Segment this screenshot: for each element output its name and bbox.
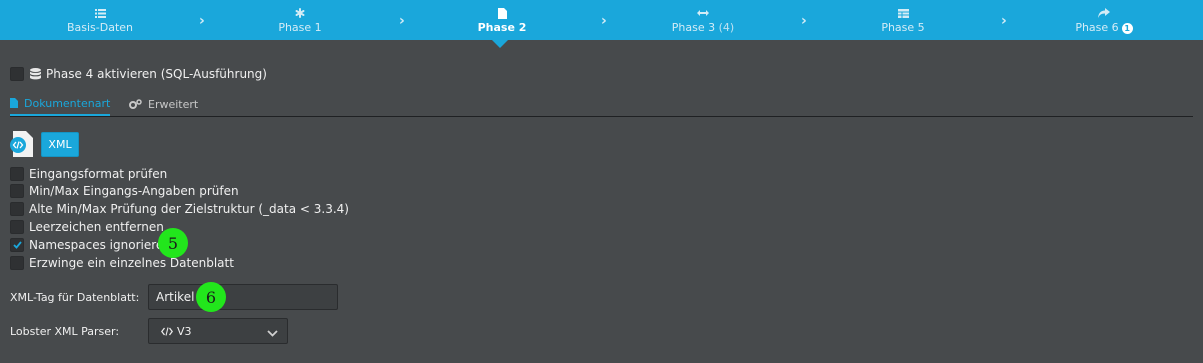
option-label: Erzwinge ein einzelnes Datenblatt (29, 256, 234, 270)
notification-badge: 1 (1121, 22, 1133, 34)
phase-1[interactable]: Phase 1 (220, 0, 380, 40)
asterisk-icon (295, 7, 305, 19)
phase-2[interactable]: Phase 2 (422, 0, 582, 40)
phase-5[interactable]: Phase 5 (823, 0, 983, 40)
phase-6[interactable]: Phase 61 (1024, 0, 1184, 40)
option-row[interactable]: Leerzeichen entfernen (10, 220, 164, 234)
settings-tabs: Dokumentenart Erweitert (10, 92, 1193, 117)
option-checkbox[interactable] (10, 184, 24, 198)
database-icon (30, 68, 41, 80)
chevron-right-icon: › (199, 13, 205, 29)
option-row[interactable]: Min/Max Eingangs-Angaben prüfen (10, 184, 239, 198)
xml-tag-label: XML-Tag für Datenblatt: (10, 291, 140, 304)
active-phase-caret (492, 40, 508, 48)
xml-doctype-button[interactable]: XML (41, 132, 79, 157)
option-label: Leerzeichen entfernen (29, 220, 164, 234)
option-label: Namespaces ignorieren (29, 238, 171, 252)
chevron-down-icon (267, 327, 278, 340)
phase-label: Phase 5 (881, 21, 925, 34)
chevron-right-icon: › (801, 13, 807, 29)
parser-label: Lobster XML Parser: (10, 325, 120, 338)
gears-icon (129, 99, 142, 109)
code-icon (161, 326, 173, 336)
phase-navigation-bar: Basis-Daten › Phase 1 › Phase 2 › Phase … (0, 0, 1203, 40)
arrows-horizontal-icon (697, 7, 709, 19)
chevron-right-icon: › (1001, 13, 1007, 29)
option-checkbox[interactable] (10, 256, 24, 270)
tab-erweitert[interactable]: Erweitert (129, 92, 198, 116)
option-row[interactable]: Alte Min/Max Prüfung der Zielstruktur (_… (10, 202, 349, 216)
option-label: Min/Max Eingangs-Angaben prüfen (29, 184, 239, 198)
option-label: Eingangsformat prüfen (29, 167, 168, 181)
phase-label: Phase 6 (1075, 21, 1119, 34)
table-icon (897, 7, 909, 19)
option-checkbox[interactable] (10, 202, 24, 216)
checkmark-icon (12, 241, 22, 249)
xml-file-icon (10, 131, 33, 157)
option-row[interactable]: Eingangsformat prüfen (10, 167, 167, 181)
list-icon (94, 7, 106, 19)
option-row[interactable]: Namespaces ignorieren (10, 238, 171, 252)
xml-tag-input[interactable] (148, 284, 338, 310)
sql-toggle-label: Phase 4 aktivieren (SQL-Ausführung) (46, 67, 267, 81)
parser-select-value: V3 (177, 324, 192, 338)
parser-select[interactable]: V3 (148, 318, 288, 344)
phase-label: Phase 3 (671, 21, 716, 34)
tab-label: Dokumentenart (24, 96, 111, 110)
phase-label: Phase 1 (278, 21, 322, 34)
step-marker-badge: 5 (158, 228, 188, 258)
tab-label: Erweitert (148, 97, 199, 111)
phase-basis-daten[interactable]: Basis-Daten (20, 0, 180, 40)
option-row[interactable]: Erzwinge ein einzelnes Datenblatt (10, 256, 234, 270)
option-checkbox[interactable] (10, 220, 24, 234)
option-checkbox[interactable] (10, 167, 24, 181)
sql-toggle-row[interactable]: Phase 4 aktivieren (SQL-Ausführung) (10, 67, 267, 81)
phase-label: Phase 2 (477, 21, 527, 34)
file-icon (10, 98, 18, 108)
tab-dokumentenart[interactable]: Dokumentenart (10, 92, 110, 116)
share-arrow-icon (1098, 7, 1110, 19)
chevron-right-icon: › (399, 13, 405, 29)
option-label: Alte Min/Max Prüfung der Zielstruktur (_… (29, 202, 349, 216)
sql-toggle-checkbox[interactable] (10, 67, 24, 81)
phase-label: Basis-Daten (66, 21, 134, 34)
phase-count: (4) (718, 21, 735, 34)
step-marker-badge: 6 (196, 282, 226, 312)
chevron-right-icon: › (601, 13, 607, 29)
option-checkbox-checked[interactable] (10, 238, 24, 252)
phase-3[interactable]: Phase 3 (4) (623, 0, 783, 40)
file-icon (497, 7, 507, 19)
